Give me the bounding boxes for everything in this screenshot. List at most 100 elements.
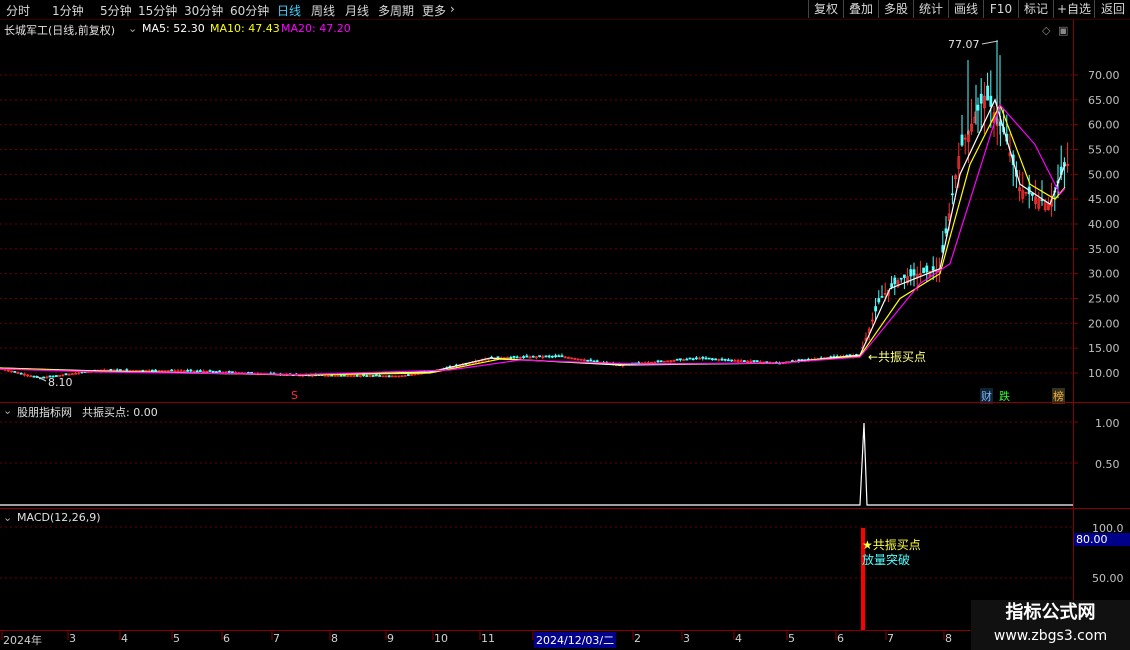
macd-value-highlight: 80.00 [1074, 533, 1130, 546]
time-axis-label: 8 [945, 632, 952, 645]
candle-body [922, 267, 925, 274]
candle-body [362, 374, 366, 377]
candle-body [1031, 193, 1034, 196]
watermark: 指标公式网 www.zbgs3.com [971, 600, 1130, 650]
candle-body [214, 371, 218, 374]
candle-body [170, 369, 174, 372]
dropdown-icon[interactable]: ⌄ [128, 22, 137, 35]
candle-body [378, 375, 382, 377]
y-tick-label: 30.00 [1088, 268, 1120, 281]
time-axis-label: 9 [387, 632, 394, 645]
candle-body [986, 85, 989, 101]
candle-body [554, 355, 557, 358]
candle-body [893, 277, 897, 285]
candle-body [198, 370, 202, 372]
candle-body [195, 370, 199, 373]
candle-body [387, 375, 391, 378]
candle-body [515, 356, 519, 359]
candle-body [727, 359, 730, 362]
y-tick-label: 20.00 [1088, 317, 1120, 330]
candle-body [371, 375, 375, 377]
kline-chart[interactable]: 70.00 65.00 60.00 55.00 50.00 45.00 40.00 35.00… [0, 0, 1130, 650]
candle-body [227, 371, 231, 373]
high-price-label: 77.07 [948, 38, 980, 51]
macd-breakout-text: 放量突破 [862, 553, 911, 567]
candle-body [701, 356, 705, 359]
indicator-dropdown-icon[interactable]: ⌄ [3, 404, 12, 417]
candle-body [755, 360, 759, 363]
candle-body [659, 360, 663, 363]
window-icon[interactable]: ▣ [1058, 24, 1068, 37]
candle-body [531, 355, 535, 358]
time-axis-label: 10 [434, 632, 448, 645]
candle-body [512, 355, 516, 358]
candle-body [230, 371, 234, 374]
y-tick-label: 55.00 [1088, 144, 1120, 157]
candle-body [342, 374, 346, 377]
y-tick-label: 25.00 [1088, 293, 1120, 306]
indicator-signal-line [0, 422, 1073, 506]
candle-body [109, 368, 113, 371]
candle-body [32, 375, 36, 378]
candle-body [218, 370, 222, 373]
watermark-title: 指标公式网 [1005, 602, 1096, 623]
ma-line-ma20 [0, 103, 1066, 376]
candle-body [979, 93, 983, 104]
candle-body [714, 358, 717, 361]
y-tick-label: 35.00 [1088, 243, 1120, 256]
candle-body [125, 369, 129, 372]
time-axis-label: 2024年 [3, 634, 42, 647]
time-axis-label: 2024/12/03/二 [534, 632, 617, 648]
y-tick-label: 60.00 [1088, 119, 1120, 132]
y-tick-label: 70.00 [1088, 69, 1120, 82]
macd-dropdown-icon[interactable]: ⌄ [3, 511, 12, 524]
macd-title: MACD(12,26,9) [17, 511, 101, 524]
candle-body [365, 375, 369, 377]
ma5-label: MA5: 52.30 [142, 22, 205, 35]
signal-annotation: ←共振买点 [868, 350, 927, 364]
ma-line-ma10 [0, 103, 1066, 376]
panel-divider[interactable] [0, 402, 1130, 403]
candle-body [368, 375, 372, 378]
candle-body [538, 355, 541, 358]
indicator-axis-05: 0.50 [1095, 458, 1120, 471]
time-axis-label: 11 [481, 632, 495, 645]
candle-body [522, 356, 525, 358]
candle-body [19, 372, 23, 375]
time-axis-label: 6 [837, 632, 844, 645]
time-axis-label: 2 [634, 632, 641, 645]
time-axis-label: 7 [887, 632, 894, 645]
candle-body [13, 371, 17, 373]
candle-body [912, 269, 916, 276]
candle-body [685, 358, 689, 361]
candle-body [551, 355, 554, 358]
candle-body [944, 228, 948, 234]
candle-body [925, 265, 929, 273]
candle-body [909, 269, 913, 277]
candle-body [586, 359, 589, 362]
candle-body [730, 359, 733, 362]
candle-body [189, 369, 193, 372]
candle-body [695, 357, 698, 360]
diamond-icon[interactable]: ◇ [1042, 24, 1050, 37]
candle-body [656, 360, 660, 363]
panel-divider-2[interactable] [0, 508, 1130, 509]
ma20-label: MA20: 47.20 [281, 22, 351, 35]
candle-body [899, 277, 903, 280]
candle-body [723, 358, 727, 361]
candle-body [544, 355, 548, 358]
candle-body [704, 357, 708, 360]
time-axis-label: 4 [735, 632, 742, 645]
candle-body [877, 298, 881, 303]
y-tick-label: 40.00 [1088, 218, 1120, 231]
candle-body [951, 193, 954, 196]
candle-body [150, 369, 154, 372]
candle-body [339, 374, 343, 377]
watermark-url: www.zbgs3.com [993, 628, 1108, 644]
candle-body [211, 370, 215, 373]
y-tick-label: 50.00 [1088, 168, 1120, 181]
candle-body [691, 358, 695, 361]
candle-body [42, 376, 45, 379]
candle-body [890, 283, 893, 288]
candle-body [64, 373, 68, 376]
